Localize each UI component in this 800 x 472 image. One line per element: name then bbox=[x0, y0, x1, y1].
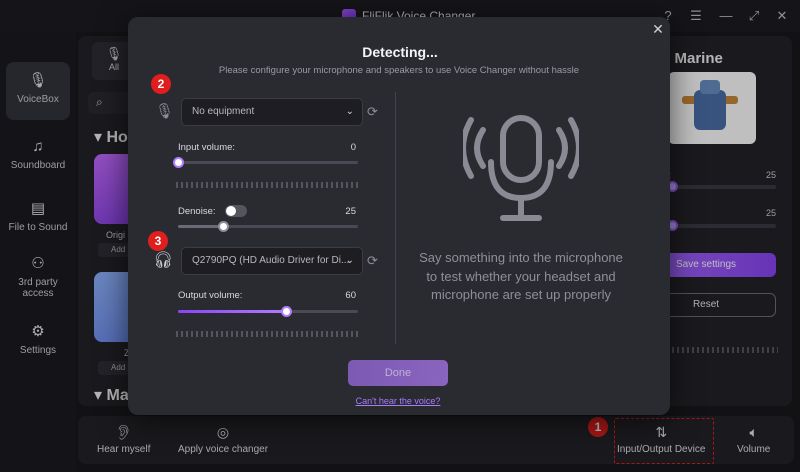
microphone-test-icon bbox=[463, 115, 579, 221]
done-button[interactable]: Done bbox=[348, 360, 448, 386]
input-device-select[interactable]: No equipment ⌄ bbox=[181, 98, 363, 126]
headset-icon: 🎧︎ bbox=[153, 252, 174, 269]
dialog-subtitle: Please configure your microphone and spe… bbox=[218, 65, 580, 76]
refresh-icon[interactable]: ⟳ bbox=[367, 254, 381, 268]
input-device-value: No equipment bbox=[192, 106, 255, 117]
chevron-down-icon: ⌄ bbox=[345, 255, 354, 266]
input-volume-label: Input volume: bbox=[178, 142, 236, 153]
step-badge-3: 3 bbox=[148, 231, 168, 251]
microphone-icon: 🎙︎ bbox=[155, 103, 175, 120]
slider-fill bbox=[178, 310, 286, 313]
input-volume-value: 0 bbox=[350, 142, 356, 153]
refresh-icon[interactable]: ⟳ bbox=[367, 105, 381, 119]
input-volume-slider[interactable] bbox=[173, 157, 358, 168]
output-volume-slider[interactable] bbox=[178, 306, 358, 317]
slider-knob[interactable] bbox=[281, 306, 292, 317]
output-volume-label: Output volume: bbox=[178, 290, 243, 301]
step-badge-2: 2 bbox=[151, 74, 171, 94]
denoise-value: 25 bbox=[345, 206, 356, 217]
slider-knob[interactable] bbox=[173, 157, 184, 168]
input-level-meter bbox=[176, 182, 358, 188]
instruction-text: Say something into the microphone to tes… bbox=[419, 250, 623, 302]
close-icon[interactable]: ✕ bbox=[651, 22, 665, 36]
slider-fill bbox=[178, 225, 223, 228]
dialog-title: Detecting... bbox=[362, 44, 438, 60]
output-level-meter bbox=[176, 331, 358, 337]
chevron-down-icon: ⌄ bbox=[345, 106, 354, 117]
cant-hear-link[interactable]: Can't hear the voice? bbox=[348, 396, 448, 406]
dialog-divider bbox=[395, 92, 396, 344]
denoise-toggle[interactable] bbox=[225, 205, 247, 217]
output-volume-value: 60 bbox=[345, 290, 356, 301]
output-device-value: Q2790PQ (HD Audio Driver for Di... bbox=[192, 255, 350, 266]
denoise-slider[interactable] bbox=[178, 221, 358, 232]
slider-knob[interactable] bbox=[218, 221, 229, 232]
output-device-select[interactable]: Q2790PQ (HD Audio Driver for Di... ⌄ bbox=[181, 247, 363, 275]
denoise-label: Denoise: bbox=[178, 206, 216, 217]
